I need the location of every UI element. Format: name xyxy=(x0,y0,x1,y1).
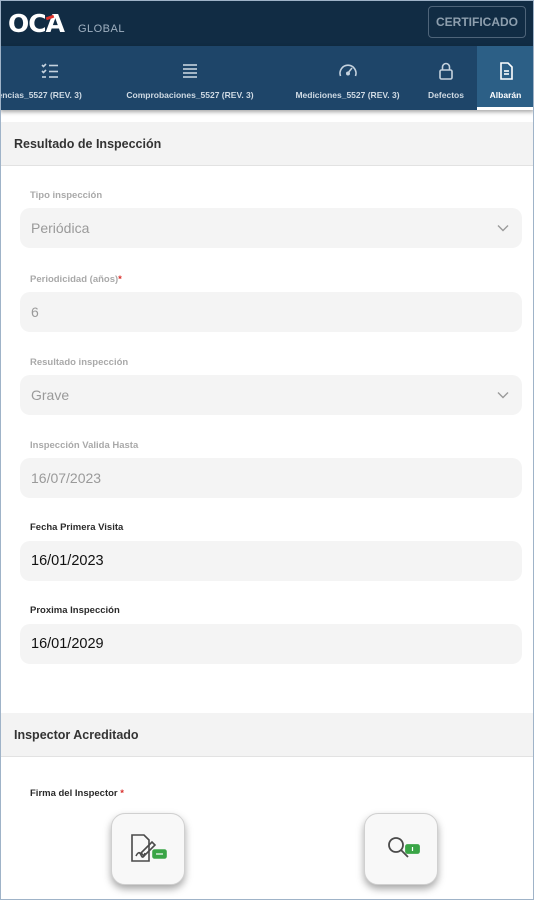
tab-comprobaciones[interactable]: Comprobaciones_5527 (REV. 3) xyxy=(100,46,280,110)
sign-button[interactable] xyxy=(111,813,185,885)
signature-icon xyxy=(131,834,167,862)
app-header: OCA GLOBAL CERTIFICADO xyxy=(0,0,534,46)
oca-logo: OCA GLOBAL xyxy=(8,9,125,38)
document-icon xyxy=(499,62,513,80)
chevron-down-icon xyxy=(497,392,509,399)
tab-referencias[interactable]: rencias_5527 (REV. 3) xyxy=(0,46,100,110)
resultado-inspeccion-value: Grave xyxy=(31,387,70,403)
proxima-inspeccion-label: Proxima Inspección xyxy=(30,605,120,616)
periodicidad-label-text: Periodicidad (años) xyxy=(30,274,119,285)
tab-label: Albarán xyxy=(489,90,522,100)
fecha-primera-visita-value: 16/01/2023 xyxy=(31,553,104,569)
tab-label: Defectos xyxy=(428,90,464,100)
section-resultado-inspeccion: Resultado de Inspección xyxy=(0,122,534,166)
certificado-button[interactable]: CERTIFICADO xyxy=(428,6,526,38)
tab-bar: rencias_5527 (REV. 3) Comprobaciones_552… xyxy=(0,46,534,110)
valida-hasta-value: 16/07/2023 xyxy=(31,470,102,486)
resultado-inspeccion-select[interactable]: Grave xyxy=(20,375,522,415)
chevron-down-icon xyxy=(497,225,509,232)
fecha-primera-visita-input[interactable]: 16/01/2023 xyxy=(20,541,522,581)
search-icon xyxy=(388,837,420,858)
valida-hasta-field: 16/07/2023 xyxy=(20,458,522,498)
gauge-icon xyxy=(338,64,357,77)
logo-text: OCA xyxy=(8,8,65,38)
periodicidad-value: 6 xyxy=(31,304,39,320)
tab-label: Comprobaciones_5527 (REV. 3) xyxy=(126,90,254,100)
proxima-inspeccion-value: 16/01/2029 xyxy=(31,636,104,652)
lock-icon xyxy=(439,62,453,80)
tab-label: Mediciones_5527 (REV. 3) xyxy=(295,90,400,100)
firma-inspector-label: Firma del Inspector * xyxy=(30,788,124,799)
tipo-inspeccion-value: Periódica xyxy=(31,220,90,236)
tab-defectos[interactable]: Defectos xyxy=(415,46,477,110)
list-icon xyxy=(183,64,197,78)
periodicidad-label: Periodicidad (años)* xyxy=(30,274,122,285)
section-inspector-acreditado: Inspector Acreditado xyxy=(0,713,534,757)
periodicidad-input[interactable]: 6 xyxy=(20,292,522,332)
view-signature-button[interactable] xyxy=(364,813,438,885)
valida-hasta-label: Inspección Valida Hasta xyxy=(30,440,139,451)
tab-albaran[interactable]: Albarán xyxy=(477,46,534,110)
proxima-inspeccion-input[interactable]: 16/01/2029 xyxy=(20,624,522,664)
tipo-inspeccion-select[interactable]: Periódica xyxy=(20,208,522,248)
tab-mediciones[interactable]: Mediciones_5527 (REV. 3) xyxy=(280,46,415,110)
checklist-icon xyxy=(41,63,58,78)
tipo-inspeccion-label: Tipo inspección xyxy=(30,190,103,201)
fecha-primera-visita-label: Fecha Primera Visita xyxy=(30,522,124,533)
resultado-inspeccion-label: Resultado inspección xyxy=(30,357,129,368)
tab-label: rencias_5527 (REV. 3) xyxy=(0,90,82,100)
logo-subtitle: GLOBAL xyxy=(77,22,125,35)
required-mark: * xyxy=(118,274,122,285)
required-mark: * xyxy=(120,788,124,799)
firma-inspector-label-text: Firma del Inspector xyxy=(30,788,121,799)
